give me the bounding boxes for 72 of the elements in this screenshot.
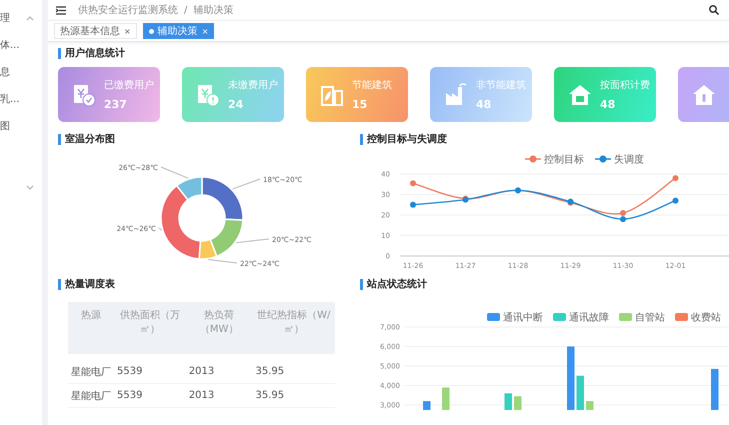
leader-line	[158, 228, 162, 231]
stat-label: 非节能建筑	[476, 78, 526, 92]
bar	[442, 387, 450, 410]
bar	[711, 368, 718, 410]
section-title: 站点状态统计	[360, 279, 729, 290]
bar	[586, 401, 594, 410]
legend-swatch	[487, 313, 500, 321]
data-point	[410, 202, 416, 208]
yen-document-check-icon	[72, 82, 96, 106]
sidebar-item[interactable]: 息	[0, 64, 10, 78]
leader-line	[235, 238, 270, 244]
sidebar-item[interactable]: 体...	[0, 38, 20, 52]
legend-label: 自管站	[635, 312, 665, 324]
menu-icon[interactable]	[56, 6, 66, 14]
legend-label: 失调度	[614, 154, 644, 166]
data-point	[410, 180, 416, 186]
stat-value: 48	[600, 98, 616, 111]
section-title: 室温分布图	[58, 134, 360, 145]
table-cell: 5539	[114, 384, 186, 408]
section-title: 用户信息统计	[58, 48, 729, 59]
column-header: 供热面积（万㎡）	[114, 302, 186, 354]
section-title: 控制目标与失调度	[360, 134, 729, 145]
legend-label: 控制目标	[544, 154, 584, 166]
tab[interactable]: 热源基本信息 ×	[54, 23, 137, 39]
legend-marker-icon	[525, 156, 541, 162]
leader-line	[160, 166, 189, 179]
data-point	[672, 175, 678, 182]
legend-swatch	[619, 313, 632, 321]
legend-swatch	[553, 313, 566, 321]
data-point	[672, 198, 678, 204]
search-icon[interactable]	[709, 5, 719, 15]
leader-line	[208, 259, 238, 264]
sidebar-item[interactable]: 乳...	[0, 92, 20, 106]
sidebar-item[interactable]: 理	[0, 10, 10, 24]
table-cell: 2013	[186, 360, 253, 384]
legend-marker-icon	[595, 156, 611, 162]
table-cell: 35.95	[252, 384, 335, 408]
table-cell: 5539	[114, 360, 186, 384]
legend-label: 收费站	[691, 312, 721, 324]
table-cell: 2013	[186, 384, 253, 408]
thermometer-house-icon	[692, 82, 716, 106]
yen-document-alert-icon	[196, 82, 220, 106]
stat-label: 未缴费用户	[228, 78, 278, 92]
stat-value: 48	[476, 98, 492, 111]
legend-label: 通讯中断	[503, 312, 543, 324]
table-cell: 星能电厂	[68, 384, 114, 408]
table-cell: 星能电厂	[68, 360, 114, 384]
breadcrumb-item[interactable]: 辅助决策	[193, 3, 234, 17]
factory-icon	[444, 82, 468, 106]
bar	[423, 401, 430, 410]
stat-label: 按面积计费	[600, 78, 650, 92]
column-header: 世纪热指标（W/㎡）	[252, 302, 335, 354]
legend-label: 通讯故障	[569, 312, 609, 324]
section-title: 热量调度表	[58, 279, 360, 290]
sidebar-item[interactable]: 图	[0, 118, 10, 132]
bar	[504, 393, 512, 410]
stat-value: 15	[352, 98, 368, 111]
breadcrumb-separator: /	[184, 4, 188, 16]
stat-value: 24	[228, 98, 244, 111]
table-cell: 35.95	[252, 360, 335, 384]
leader-line	[232, 178, 260, 190]
house-icon	[568, 82, 592, 106]
stat-label: 节能建筑	[352, 78, 392, 92]
legend-swatch	[675, 313, 688, 321]
column-header: 热源	[68, 302, 114, 354]
breadcrumb-item[interactable]: 供热安全运行监测系统	[78, 3, 178, 17]
stat-value: 237	[104, 98, 128, 111]
bar	[514, 396, 522, 410]
stat-label: 已缴费用户	[104, 78, 154, 92]
bar	[567, 346, 574, 410]
bar	[576, 376, 584, 410]
column-header: 热负荷（MW）	[186, 302, 253, 354]
